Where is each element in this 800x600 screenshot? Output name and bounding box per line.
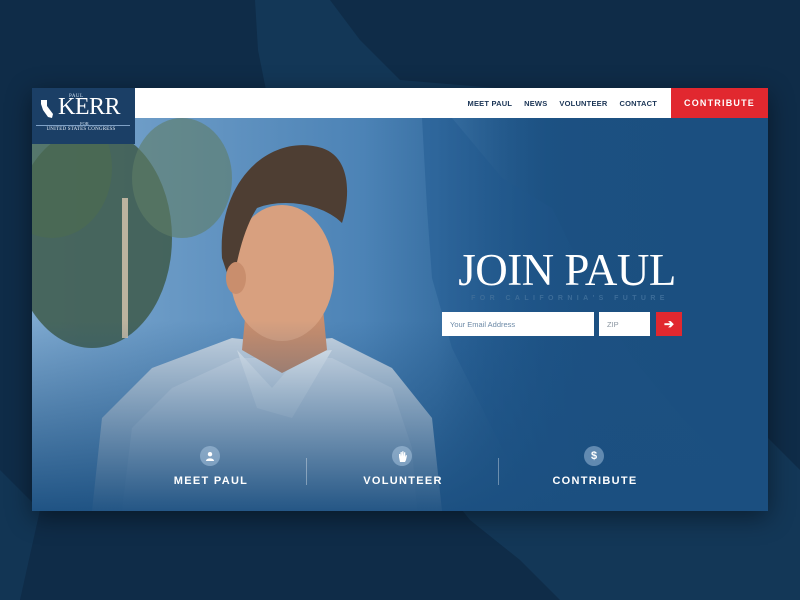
arrow-right-icon: ➔: [663, 317, 675, 331]
campaign-logo[interactable]: PAUL KERR FOR UNITED STATES CONGRESS: [32, 88, 135, 144]
dollar-icon: $: [584, 446, 604, 466]
nav-item-meet-paul[interactable]: MEET PAUL: [468, 99, 513, 108]
hero-title: JOIN PAUL: [458, 245, 676, 295]
email-input[interactable]: [442, 312, 594, 336]
action-meet-paul[interactable]: MEET PAUL: [146, 446, 276, 494]
logo-subtitle: UNITED STATES CONGRESS: [46, 127, 116, 132]
logo-name: KERR: [58, 94, 121, 120]
website-hero-frame: MEET PAUL NEWS VOLUNTEER CONTACT CONTRIB…: [32, 88, 768, 511]
logo-for: FOR: [80, 121, 89, 126]
hand-icon: [392, 446, 412, 466]
action-label-contribute: CONTRIBUTE: [552, 475, 638, 487]
action-label-meet-paul: MEET PAUL: [173, 475, 249, 487]
california-state-icon: [41, 100, 53, 118]
action-volunteer[interactable]: VOLUNTEER: [338, 446, 468, 494]
contribute-button[interactable]: CONTRIBUTE: [671, 88, 768, 118]
person-icon: [200, 446, 220, 466]
main-nav: MEET PAUL NEWS VOLUNTEER CONTACT: [468, 88, 657, 118]
action-contribute[interactable]: $ CONTRIBUTE: [530, 446, 660, 494]
hero-subtitle: FOR CALIFORNIA'S FUTURE: [471, 295, 669, 302]
nav-item-volunteer[interactable]: VOLUNTEER: [559, 99, 607, 108]
zip-input[interactable]: [599, 312, 650, 336]
nav-item-news[interactable]: NEWS: [524, 99, 547, 108]
submit-button[interactable]: ➔: [656, 312, 682, 336]
nav-item-contact[interactable]: CONTACT: [619, 99, 657, 108]
top-navigation-bar: MEET PAUL NEWS VOLUNTEER CONTACT CONTRIB…: [135, 88, 768, 118]
action-label-volunteer: VOLUNTEER: [363, 475, 443, 487]
action-divider: [498, 458, 499, 485]
action-divider: [306, 458, 307, 485]
